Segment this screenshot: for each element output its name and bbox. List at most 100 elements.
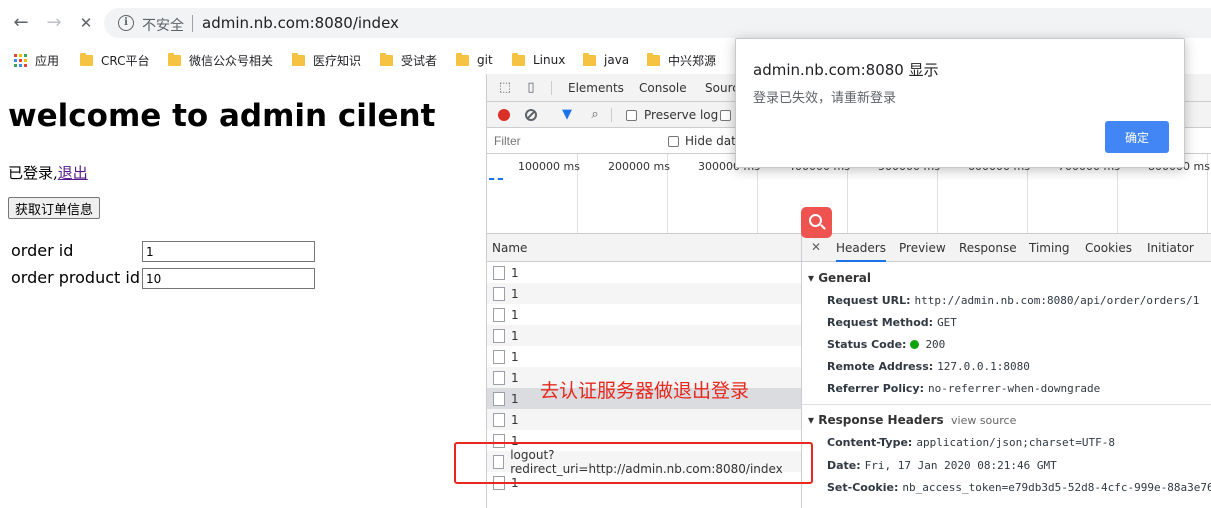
request-name: 1 xyxy=(511,370,519,385)
file-icon xyxy=(493,370,505,385)
folder-icon xyxy=(380,52,393,66)
request-row[interactable]: 1 xyxy=(487,325,801,346)
bookmark-label: 微信公众号相关 xyxy=(189,53,274,68)
bookmark-folder[interactable]: Linux xyxy=(512,50,565,70)
general-section-header[interactable]: ▾ General xyxy=(808,271,871,285)
omnibox[interactable]: i 不安全 admin.nb.com:8080/index xyxy=(104,8,1211,38)
login-status-text: 已登录, xyxy=(8,164,58,182)
detail-tabs: ✕ Headers Preview Response Timing Cookie… xyxy=(802,234,1211,262)
alert-message: 登录已失效，请重新登录 xyxy=(753,91,897,106)
bookmark-label: java xyxy=(604,53,630,67)
apps-icon xyxy=(14,53,27,67)
alert-dialog: admin.nb.com:8080 显示 登录已失效，请重新登录 确定 xyxy=(735,38,1185,168)
tab-sources[interactable]: Sourc xyxy=(705,81,739,95)
folder-icon xyxy=(292,52,305,66)
timeline-label: 100000 ms xyxy=(518,160,580,173)
bookmark-folder[interactable]: git xyxy=(456,50,493,70)
header-key: Date: xyxy=(827,459,861,472)
header-key: Set-Cookie: xyxy=(827,481,899,494)
timeline-request-bar xyxy=(489,178,503,180)
tab-preview[interactable]: Preview xyxy=(899,241,946,255)
inspect-element-icon[interactable]: ⬚ xyxy=(497,80,513,96)
info-icon[interactable]: i xyxy=(118,15,134,31)
bookmark-folder[interactable]: 微信公众号相关 xyxy=(168,50,273,70)
device-toolbar-icon[interactable]: ▯ xyxy=(523,80,539,96)
referrer-policy-row: Referrer Policy: no-referrer-when-downgra… xyxy=(827,382,1100,395)
alert-ok-button[interactable]: 确定 xyxy=(1105,121,1169,153)
logout-link[interactable]: 退出 xyxy=(58,164,88,182)
order-id-input[interactable] xyxy=(142,241,315,262)
name-column-header[interactable]: Name xyxy=(492,241,527,255)
login-status: 已登录,退出 xyxy=(8,162,88,183)
search-icon-handle xyxy=(820,224,826,230)
alert-title: admin.nb.com:8080 显示 xyxy=(753,61,939,79)
bookmark-folder[interactable]: 中兴郑源 xyxy=(647,50,716,70)
bookmark-apps[interactable]: 应用 xyxy=(14,50,59,70)
tab-headers[interactable]: Headers xyxy=(836,241,886,262)
request-row[interactable]: 1 xyxy=(487,346,801,367)
hide-data-urls-checkbox[interactable] xyxy=(668,136,679,147)
bookmark-folder[interactable]: 医疗知识 xyxy=(292,50,361,70)
tab-cookies[interactable]: Cookies xyxy=(1085,241,1132,255)
preserve-log-label: Preserve log xyxy=(644,108,719,122)
annotation-text: 去认证服务器做退出登录 xyxy=(540,380,750,402)
record-icon[interactable] xyxy=(498,109,510,121)
order-product-id-input[interactable] xyxy=(142,268,315,289)
file-icon xyxy=(493,328,505,343)
section-divider xyxy=(802,404,1211,405)
stop-loading-icon[interactable]: ✕ xyxy=(75,12,97,34)
file-icon xyxy=(493,265,505,280)
request-method-row: Request Method: GET xyxy=(827,316,957,329)
status-ok-icon xyxy=(910,340,920,349)
date-row: Date: Fri, 17 Jan 2020 08:21:46 GMT xyxy=(827,459,1057,472)
order-product-id-label: order product id xyxy=(11,268,140,287)
tab-elements[interactable]: Elements xyxy=(568,81,624,95)
header-key: Status Code: xyxy=(827,338,907,351)
bookmark-folder[interactable]: 受试者 xyxy=(380,50,437,70)
search-fab-button[interactable] xyxy=(801,207,832,238)
bookmark-folder[interactable]: java xyxy=(583,50,629,70)
annotation-highlight-box xyxy=(454,442,813,484)
bookmark-folder[interactable]: CRC平台 xyxy=(80,50,150,70)
header-key: Remote Address: xyxy=(827,360,934,373)
response-headers-section-header[interactable]: ▾ Response Headers xyxy=(808,413,944,427)
set-cookie-row: Set-Cookie: nb_access_token=e79db3d5-52d8… xyxy=(827,481,1211,494)
header-value: no-referrer-when-downgrade xyxy=(928,382,1101,395)
insecure-label[interactable]: 不安全 xyxy=(142,15,184,35)
disable-cache-checkbox[interactable] xyxy=(720,110,731,121)
request-row[interactable]: 1 xyxy=(487,409,801,430)
folder-icon xyxy=(583,52,596,66)
get-order-button[interactable]: 获取订单信息 xyxy=(8,197,101,219)
clear-icon[interactable] xyxy=(525,109,537,121)
filter-input[interactable] xyxy=(489,131,655,151)
back-icon[interactable]: ← xyxy=(10,12,32,34)
request-url-row: Request URL: http://admin.nb.com:8080/api… xyxy=(827,294,1199,307)
tab-console[interactable]: Console xyxy=(639,81,687,95)
file-icon xyxy=(493,286,505,301)
header-value: 127.0.0.1:8080 xyxy=(937,360,1030,373)
tab-response[interactable]: Response xyxy=(959,241,1017,255)
toolbar-divider xyxy=(611,108,612,122)
header-key: Content-Type: xyxy=(827,436,913,449)
request-row[interactable]: 1 xyxy=(487,304,801,325)
tab-initiator[interactable]: Initiator xyxy=(1147,241,1194,255)
header-key: Request URL: xyxy=(827,294,911,307)
filter-icon[interactable]: ▼ xyxy=(559,107,575,123)
order-id-label: order id xyxy=(11,241,74,260)
tab-timing[interactable]: Timing xyxy=(1029,241,1070,255)
request-row[interactable]: 1 xyxy=(487,262,801,283)
request-row[interactable]: 1 xyxy=(487,283,801,304)
omnibox-divider xyxy=(192,15,193,32)
status-code-row: Status Code: 200 xyxy=(827,338,945,351)
view-source-link[interactable]: view source xyxy=(951,414,1016,427)
close-icon[interactable]: ✕ xyxy=(811,240,821,254)
bookmark-label: 中兴郑源 xyxy=(668,53,717,68)
url-text[interactable]: admin.nb.com:8080/index xyxy=(202,14,399,32)
forward-icon[interactable]: → xyxy=(43,12,65,34)
preserve-log-checkbox[interactable] xyxy=(626,110,637,121)
request-details: ✕ Headers Preview Response Timing Cookie… xyxy=(802,234,1211,508)
search-icon[interactable]: ⌕ xyxy=(587,107,603,123)
page-content: welcome to admin cilent 已登录,退出 获取订单信息 or… xyxy=(0,74,486,508)
requests-header[interactable]: Name xyxy=(487,234,802,262)
timeline-label: 200000 ms xyxy=(608,160,670,173)
